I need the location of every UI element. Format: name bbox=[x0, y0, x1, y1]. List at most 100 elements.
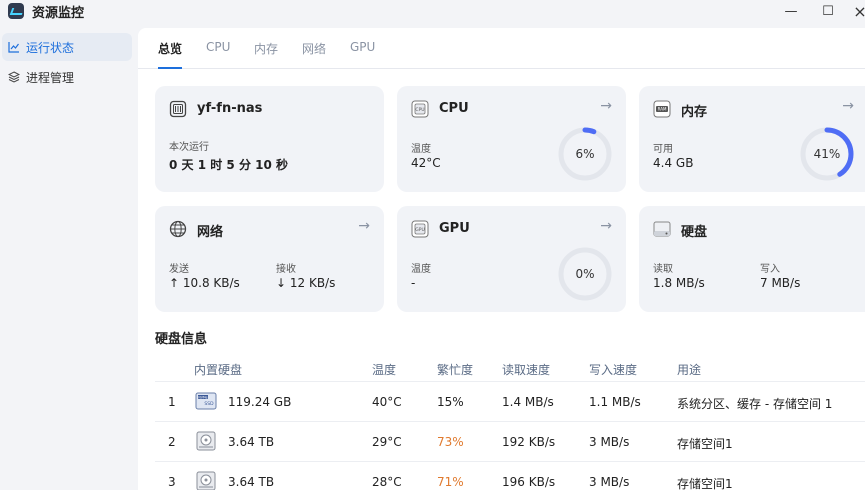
host-name: yf-fn-nas bbox=[197, 101, 263, 116]
hdd-icon bbox=[195, 470, 217, 490]
column-header[interactable]: 繁忙度 bbox=[437, 361, 473, 378]
disk-write-label: 写入 bbox=[760, 264, 780, 275]
gpu-temp-value: - bbox=[411, 276, 416, 290]
cpu-temp-value: 42°C bbox=[411, 156, 441, 170]
uptime-value: 0 天 1 时 5 分 10 秒 bbox=[169, 158, 288, 172]
disk-write-speed: 3 MB/s bbox=[589, 435, 630, 449]
column-header[interactable]: 读取速度 bbox=[502, 361, 550, 378]
disk-read-speed: 196 KB/s bbox=[502, 475, 556, 489]
gpu-card[interactable]: GPU GPU → 温度 - 0% bbox=[397, 206, 626, 312]
app-icon bbox=[8, 3, 24, 19]
svg-text:CPU: CPU bbox=[415, 107, 424, 113]
arrow-right-icon[interactable]: → bbox=[358, 218, 370, 234]
disk-icon bbox=[653, 220, 671, 238]
disk-busy: 15% bbox=[437, 395, 464, 409]
globe-icon bbox=[169, 220, 187, 238]
disk-info-title: 硬盘信息 bbox=[155, 332, 208, 347]
row-index: 2 bbox=[168, 435, 176, 449]
sidebar: 运行状态 进程管理 bbox=[0, 28, 138, 490]
disk-size: 3.64 TB bbox=[228, 475, 275, 489]
table-row[interactable]: 3 3.64 TB 28°C 71% 196 KB/s 3 MB/s 存储空间1 bbox=[155, 462, 865, 490]
gpu-usage-value: 0% bbox=[575, 267, 595, 281]
table-row[interactable]: 1 NVMe SSD 119.24 GB 40°C 15% 1.4 MB/s 1.… bbox=[155, 382, 865, 422]
svg-text:GPU: GPU bbox=[415, 227, 425, 233]
network-card-title: 网络 bbox=[197, 225, 224, 240]
tab-network[interactable]: 网络 bbox=[302, 40, 326, 69]
network-receive-value: ↓ 12 KB/s bbox=[276, 276, 336, 290]
disk-read-value: 1.8 MB/s bbox=[653, 276, 705, 290]
column-header[interactable]: 温度 bbox=[372, 361, 396, 378]
memory-usage-value: 41% bbox=[813, 147, 841, 161]
cpu-chip-icon: CPU bbox=[411, 100, 429, 118]
sidebar-item-status[interactable]: 运行状态 bbox=[2, 33, 132, 61]
uptime-label: 本次运行 bbox=[169, 142, 209, 153]
network-receive-label: 接收 bbox=[276, 264, 296, 275]
disk-write-value: 7 MB/s bbox=[760, 276, 801, 290]
network-send-value: ↑ 10.8 KB/s bbox=[169, 276, 240, 290]
svg-text:RAM: RAM bbox=[658, 107, 667, 112]
disk-busy: 71% bbox=[437, 475, 464, 489]
memory-card[interactable]: RAM 内存 → 可用 4.4 GB 41% bbox=[639, 86, 865, 192]
memory-card-title: 内存 bbox=[681, 105, 708, 120]
tab-memory[interactable]: 内存 bbox=[254, 40, 278, 69]
memory-available-value: 4.4 GB bbox=[653, 156, 694, 170]
tab-gpu[interactable]: GPU bbox=[350, 40, 375, 69]
gpu-card-title: GPU bbox=[439, 221, 470, 236]
network-send-label: 发送 bbox=[169, 264, 189, 275]
ram-icon: RAM bbox=[653, 100, 671, 118]
network-card[interactable]: 网络 → 发送 ↑ 10.8 KB/s 接收 ↓ 12 KB/s bbox=[155, 206, 384, 312]
main-panel: 总览 CPU 内存 网络 GPU yf-fn-nas 本次运行 0 天 1 时 … bbox=[138, 28, 865, 490]
column-header[interactable]: 写入速度 bbox=[589, 361, 637, 378]
disk-temp: 40°C bbox=[372, 395, 402, 409]
title-bar: 资源监控 — ☐ × bbox=[0, 0, 865, 22]
sidebar-item-label: 进程管理 bbox=[26, 70, 75, 85]
sidebar-item-label: 运行状态 bbox=[26, 40, 75, 55]
disk-busy: 73% bbox=[437, 435, 464, 449]
cpu-card[interactable]: CPU CPU → 温度 42°C 6% bbox=[397, 86, 626, 192]
disk-write-speed: 3 MB/s bbox=[589, 475, 630, 489]
disk-read-speed: 1.4 MB/s bbox=[502, 395, 554, 409]
tab-overview[interactable]: 总览 bbox=[158, 40, 183, 69]
arrow-right-icon[interactable]: → bbox=[600, 218, 612, 234]
window-title: 资源监控 bbox=[32, 5, 85, 21]
layers-icon bbox=[8, 71, 20, 83]
ssd-icon: NVMe SSD bbox=[195, 390, 217, 412]
disk-usage: 系统分区、缓存 - 存储空间 1 bbox=[677, 397, 833, 411]
row-index: 1 bbox=[168, 395, 176, 409]
disk-card[interactable]: 硬盘 读取 1.8 MB/s 写入 7 MB/s bbox=[639, 206, 865, 312]
minimize-button[interactable]: — bbox=[776, 2, 806, 20]
disk-read-speed: 192 KB/s bbox=[502, 435, 556, 449]
cpu-usage-value: 6% bbox=[575, 147, 595, 161]
tab-bar: 总览 CPU 内存 网络 GPU bbox=[138, 28, 865, 69]
disk-usage: 存储空间1 bbox=[677, 437, 733, 451]
disk-size: 3.64 TB bbox=[228, 435, 275, 449]
close-button[interactable]: × bbox=[845, 2, 865, 21]
disk-temp: 29°C bbox=[372, 435, 402, 449]
column-header[interactable]: 内置硬盘 bbox=[194, 361, 242, 378]
server-icon bbox=[169, 100, 187, 118]
svg-text:SSD: SSD bbox=[204, 401, 214, 407]
disk-temp: 28°C bbox=[372, 475, 402, 489]
maximize-button[interactable]: ☐ bbox=[813, 2, 843, 20]
memory-available-label: 可用 bbox=[653, 144, 673, 155]
disk-write-speed: 1.1 MB/s bbox=[589, 395, 641, 409]
gpu-chip-icon: GPU bbox=[411, 220, 429, 238]
cpu-temp-label: 温度 bbox=[411, 144, 431, 155]
chart-line-icon bbox=[8, 41, 20, 53]
cpu-card-title: CPU bbox=[439, 101, 469, 116]
svg-text:NVMe: NVMe bbox=[198, 395, 207, 399]
arrow-right-icon[interactable]: → bbox=[600, 98, 612, 114]
column-header[interactable]: 用途 bbox=[677, 361, 701, 378]
hdd-icon bbox=[195, 430, 217, 452]
tab-cpu[interactable]: CPU bbox=[206, 40, 230, 69]
host-card: yf-fn-nas 本次运行 0 天 1 时 5 分 10 秒 bbox=[155, 86, 384, 192]
table-row[interactable]: 2 3.64 TB 29°C 73% 192 KB/s 3 MB/s 存储空间1 bbox=[155, 422, 865, 462]
disk-usage: 存储空间1 bbox=[677, 477, 733, 490]
row-index: 3 bbox=[168, 475, 176, 489]
disk-read-label: 读取 bbox=[653, 264, 673, 275]
disk-size: 119.24 GB bbox=[228, 395, 292, 409]
arrow-right-icon[interactable]: → bbox=[842, 98, 854, 114]
disk-card-title: 硬盘 bbox=[681, 225, 708, 240]
sidebar-item-processes[interactable]: 进程管理 bbox=[2, 63, 132, 91]
disk-table-header: 内置硬盘 温度 繁忙度 读取速度 写入速度 用途 bbox=[155, 352, 865, 382]
